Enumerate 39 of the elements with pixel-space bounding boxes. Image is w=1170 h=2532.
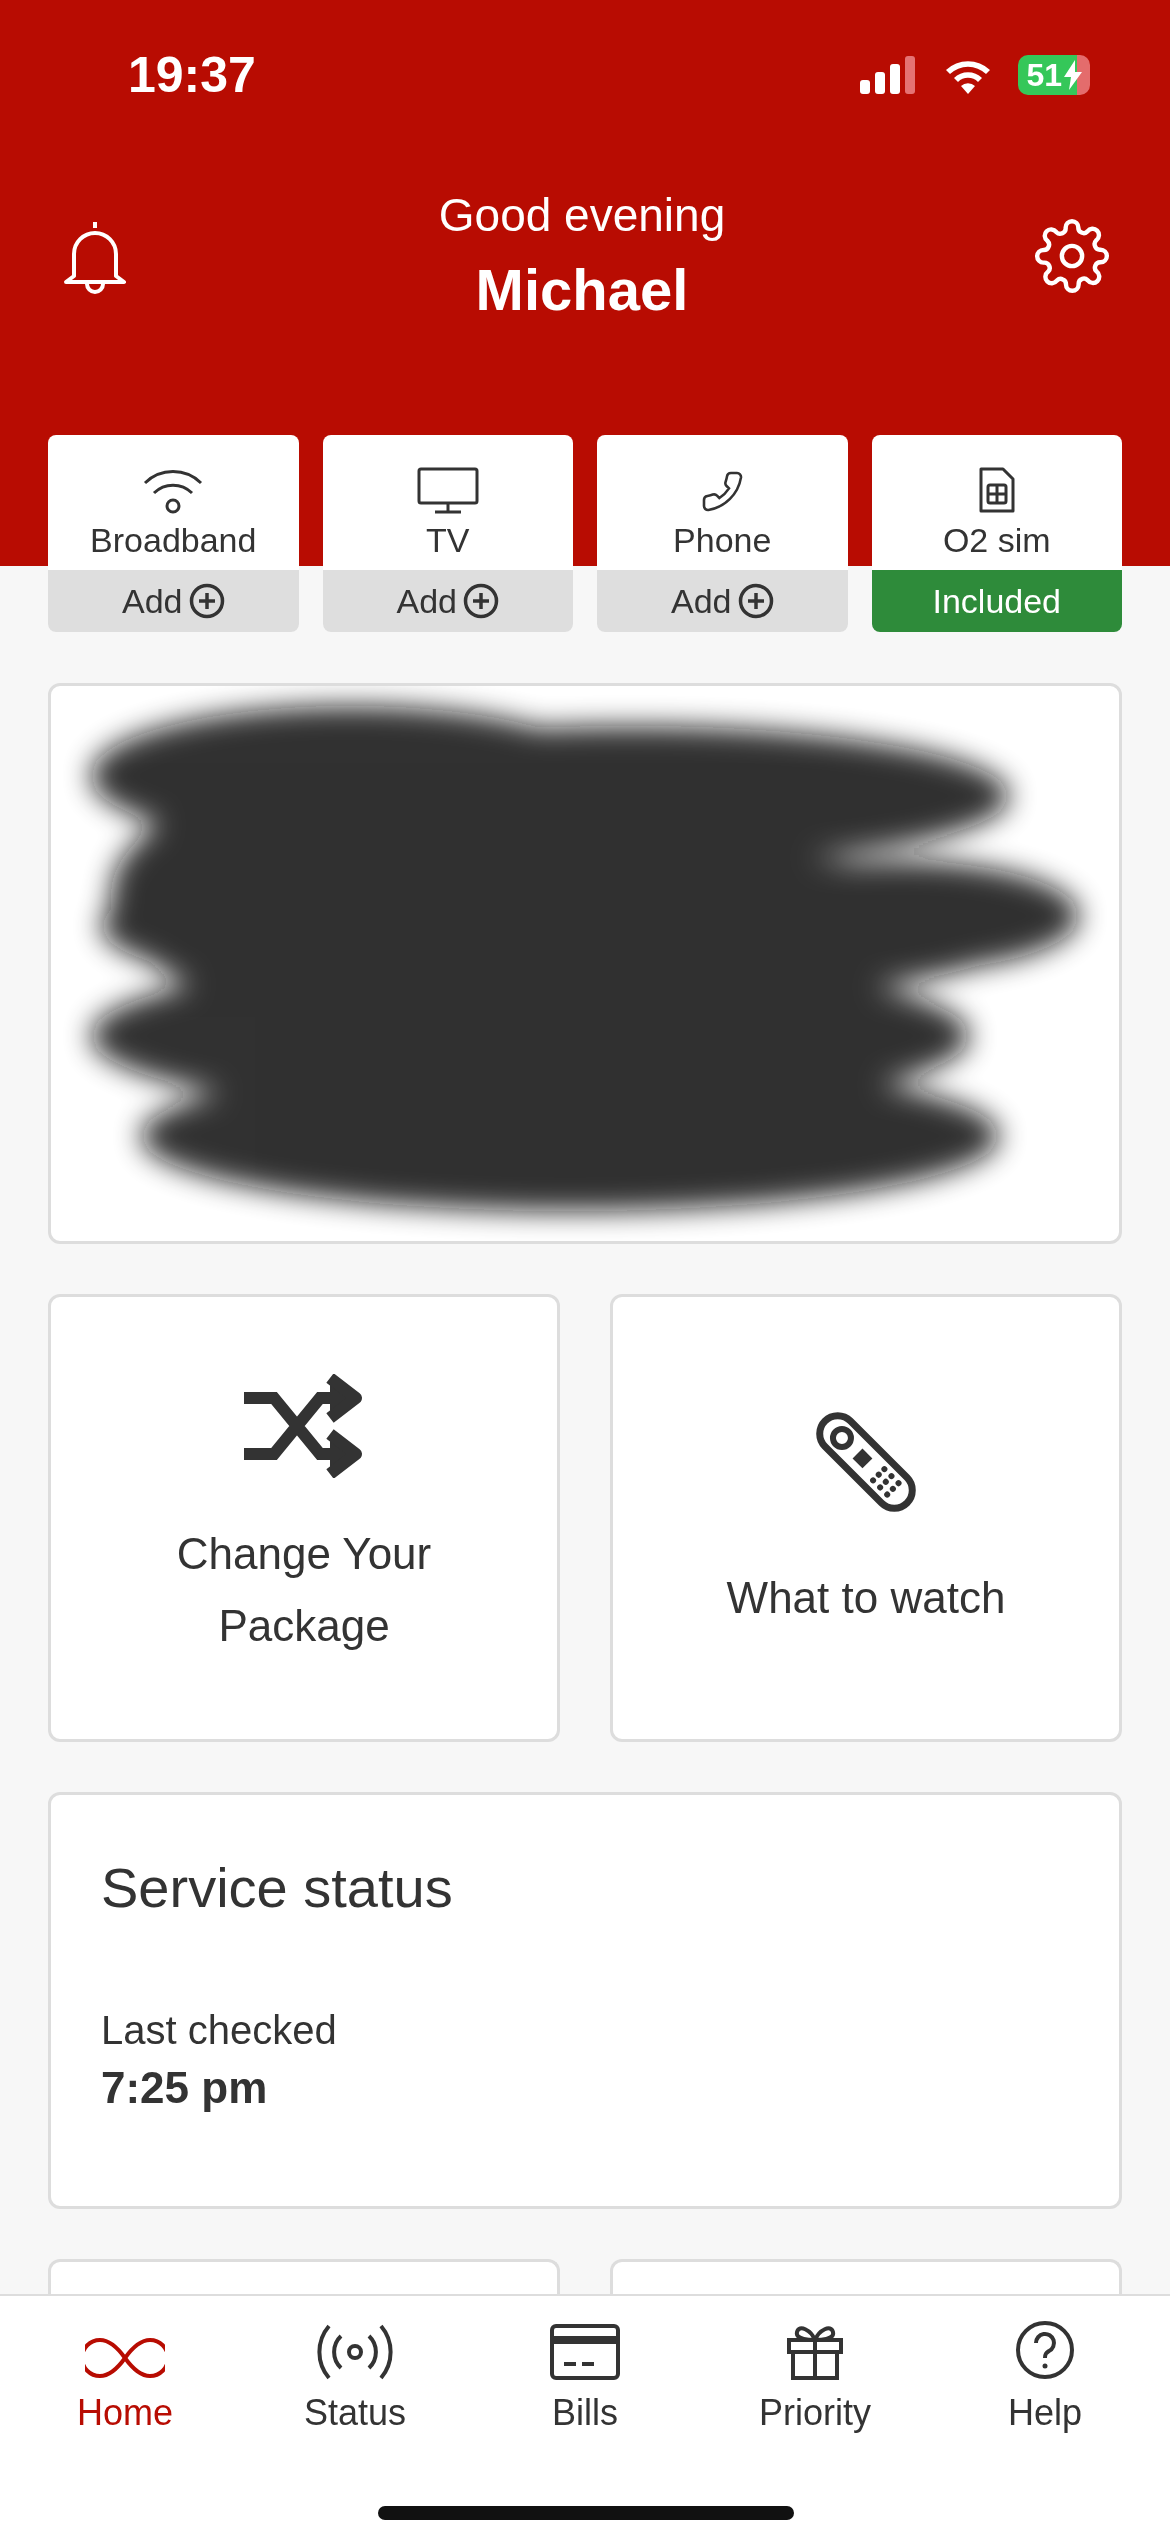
settings-icon[interactable]: [1034, 217, 1110, 294]
status-time: 19:37: [128, 46, 257, 104]
shuffle-icon: [244, 1374, 364, 1478]
add-service-button[interactable]: Add: [322, 570, 573, 632]
last-checked-time: 7:25 pm: [101, 2063, 269, 2113]
tab[interactable]: Status: [255, 2314, 455, 2434]
shortcut-label: Change Your Package: [175, 1528, 433, 1652]
service-label: Broadband: [90, 521, 257, 560]
wifi-icon: [142, 467, 205, 515]
tab[interactable]: Priority: [715, 2314, 915, 2434]
included-status: Included: [871, 570, 1122, 632]
battery-icon: 51: [1018, 55, 1090, 95]
service-card[interactable]: Phone Add: [597, 435, 848, 632]
add-service-button[interactable]: Add: [597, 570, 848, 632]
last-checked-label: Last checked: [101, 2008, 338, 2053]
shortcut-label: What to watch: [725, 1572, 1007, 1624]
service-label: O2 sim: [942, 521, 1051, 560]
plus-circle-icon: [188, 583, 225, 619]
help-icon: [1015, 2320, 1075, 2380]
service-card[interactable]: TV Add: [322, 435, 573, 632]
service-label: Phone: [673, 521, 772, 560]
greeting-text: Good evening: [438, 188, 726, 242]
card-title: Service status: [101, 1855, 454, 1920]
monitor-icon: [416, 467, 479, 515]
tab[interactable]: Bills: [485, 2314, 685, 2434]
service-label: TV: [426, 521, 470, 560]
shortcut-card[interactable]: What to watch: [610, 1294, 1122, 1742]
tab[interactable]: Help: [945, 2314, 1145, 2434]
user-name: Michael: [474, 256, 690, 323]
plus-circle-icon: [463, 583, 499, 619]
tab[interactable]: Home: [25, 2314, 225, 2434]
credit-card-icon: [550, 2324, 620, 2380]
plus-circle-icon: [737, 583, 774, 619]
add-service-button[interactable]: Add: [48, 570, 299, 632]
shortcut-card[interactable]: Change Your Package: [48, 1294, 560, 1742]
infinity-icon: [85, 2336, 165, 2380]
service-card[interactable]: Broadband Add: [48, 435, 299, 632]
service-card[interactable]: O2 sim Included: [871, 435, 1122, 632]
service-status-card[interactable]: Service status Last checked 7:25 pm: [48, 1792, 1122, 2209]
